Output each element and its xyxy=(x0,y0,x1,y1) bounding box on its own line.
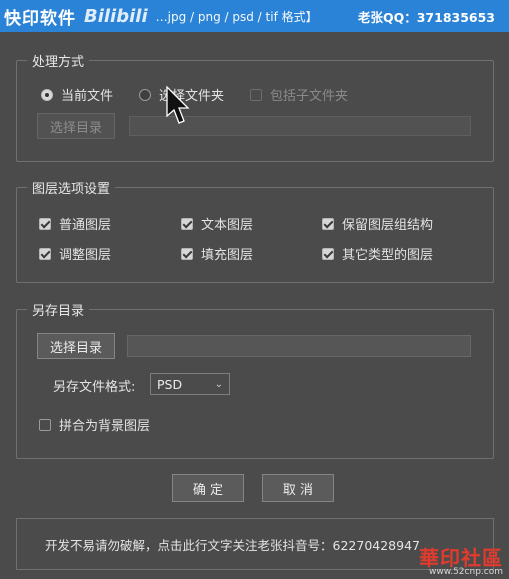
site-logo-name: 華印社區 xyxy=(419,546,503,570)
choose-save-directory-button[interactable]: 选择目录 xyxy=(37,333,115,359)
checkbox-other-layer-types[interactable]: 其它类型的图层 xyxy=(322,244,433,263)
radio-current-file[interactable]: 当前文件 xyxy=(41,85,113,104)
radio-current-file-label: 当前文件 xyxy=(61,89,114,104)
checkbox-normal-layer[interactable]: 普通图层 xyxy=(39,214,111,233)
checkbox-adjustment-layer[interactable]: 调整图层 xyxy=(39,244,111,263)
checkbox-label: 其它类型的图层 xyxy=(342,248,434,263)
cancel-button[interactable]: 取 消 xyxy=(262,474,334,502)
ok-button[interactable]: 确 定 xyxy=(172,474,244,502)
footer-text: 开发不易请勿破解，点击此行文字关注老张抖音号：62270428947 xyxy=(45,537,420,553)
process-mode-group: 处理方式 当前文件 选择文件夹 包括子文件夹 选择目录 xyxy=(16,51,494,162)
radio-selected-icon xyxy=(41,88,53,101)
mouse-cursor-icon xyxy=(166,86,190,124)
save-format-select[interactable]: PSD ⌄ xyxy=(150,373,230,395)
layer-options-legend: 图层选项设置 xyxy=(27,178,116,197)
include-subfolders-checkbox[interactable]: 包括子文件夹 xyxy=(250,85,348,104)
flatten-background-checkbox[interactable]: 拼合为背景图层 xyxy=(39,415,150,434)
save-directory-group: 另存目录 选择目录 另存文件格式: PSD ⌄ 拼合为背景图层 xyxy=(16,300,494,459)
layer-options-group: 图层选项设置 普通图层 文本图层 保留图层组结构 调整图层 填充图层 其它类型的… xyxy=(16,178,494,283)
checkbox-label: 文本图层 xyxy=(201,218,254,233)
author-contact: 老张QQ：371835653 xyxy=(357,9,495,25)
title-bar: 快印软件 Bilibili …jpg / png / psd / tif 格式】… xyxy=(0,0,509,32)
checkbox-checked-icon xyxy=(39,217,51,230)
include-subfolders-label: 包括子文件夹 xyxy=(270,89,349,104)
save-format-value: PSD xyxy=(157,376,183,392)
checkbox-unchecked-icon xyxy=(39,418,51,431)
checkbox-checked-icon xyxy=(181,217,193,230)
radio-unselected-icon xyxy=(139,88,151,101)
checkbox-label: 保留图层组结构 xyxy=(342,218,434,233)
checkbox-fill-layer[interactable]: 填充图层 xyxy=(181,244,253,263)
checkbox-checked-icon xyxy=(39,247,51,260)
checkbox-checked-icon xyxy=(181,247,193,260)
supported-formats: …jpg / png / psd / tif 格式】 xyxy=(155,9,318,24)
checkbox-keep-group-structure[interactable]: 保留图层组结构 xyxy=(322,214,433,233)
site-logo-url: www.52cnp.com xyxy=(428,567,503,577)
save-format-label: 另存文件格式: xyxy=(53,380,136,395)
checkbox-label: 填充图层 xyxy=(201,248,254,263)
choose-directory-button-disabled[interactable]: 选择目录 xyxy=(37,113,115,139)
title-left: 快印软件 Bilibili …jpg / png / psd / tif 格式】 xyxy=(4,4,318,29)
checkbox-checked-icon xyxy=(322,217,334,230)
save-path-field[interactable] xyxy=(127,335,471,357)
flatten-background-label: 拼合为背景图层 xyxy=(59,419,151,434)
chevron-down-icon: ⌄ xyxy=(214,378,223,390)
checkbox-disabled-icon xyxy=(250,88,262,101)
checkbox-label: 调整图层 xyxy=(59,248,112,263)
site-logo: 華印社區 www.52cnp.com xyxy=(419,548,503,577)
checkbox-label: 普通图层 xyxy=(59,218,112,233)
checkbox-checked-icon xyxy=(322,247,334,260)
process-mode-legend: 处理方式 xyxy=(27,51,90,70)
save-directory-legend: 另存目录 xyxy=(27,300,90,319)
app-name: 快印软件 xyxy=(4,8,76,29)
bilibili-watermark: Bilibili xyxy=(84,5,148,27)
checkbox-text-layer[interactable]: 文本图层 xyxy=(181,214,253,233)
